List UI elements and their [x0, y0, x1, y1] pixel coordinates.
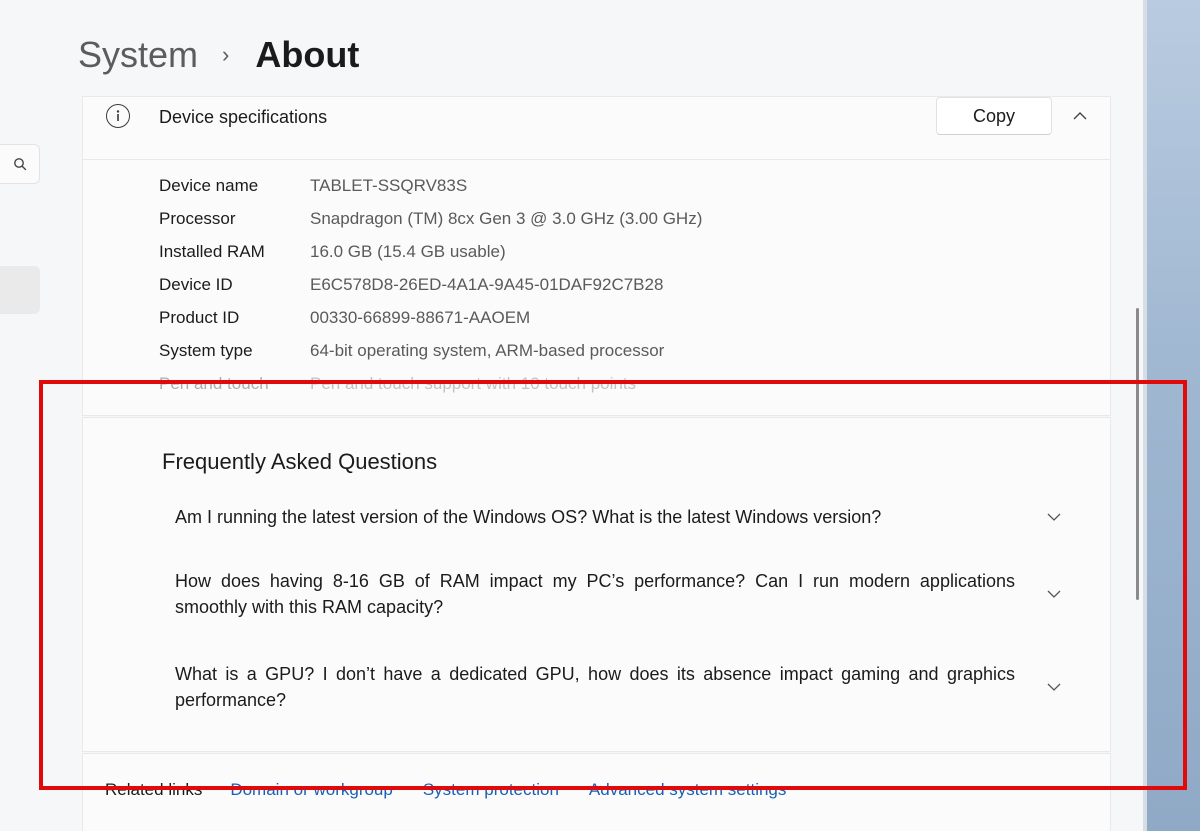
breadcrumb-separator: › — [222, 42, 230, 67]
copy-button[interactable]: Copy — [936, 97, 1052, 135]
faq-item[interactable]: What is a GPU? I don’t have a dedicated … — [175, 661, 1107, 713]
related-links-bar: Related links Domain or workgroup System… — [82, 753, 1111, 831]
spec-row-installed-ram: Installed RAM 16.0 GB (15.4 GB usable) — [159, 242, 506, 262]
spec-label: Device name — [159, 176, 259, 195]
nav-search-box[interactable] — [0, 144, 40, 184]
spec-value: 00330-66899-88671-AAOEM — [310, 308, 531, 327]
search-icon — [13, 158, 26, 171]
spec-label: Pen and touch — [159, 374, 269, 393]
faq-question: Am I running the latest version of the W… — [175, 507, 882, 527]
device-specs-title: Device specifications — [159, 107, 328, 127]
spec-row-pen-touch: Pen and touch Pen and touch support with… — [159, 374, 636, 394]
spec-row-device-name: Device name TABLET-SSQRV83S — [159, 176, 467, 196]
desktop-background — [1143, 0, 1200, 831]
spec-row-system-type: System type 64-bit operating system, ARM… — [159, 341, 664, 361]
device-specs-header[interactable]: Device specifications Copy — [82, 96, 1111, 160]
breadcrumb-system[interactable]: System — [78, 32, 198, 78]
faq-item[interactable]: Am I running the latest version of the W… — [175, 504, 1107, 530]
faq-item[interactable]: How does having 8-16 GB of RAM impact my… — [175, 568, 1107, 620]
faq-question: What is a GPU? I don’t have a dedicated … — [175, 664, 1015, 710]
spec-value: E6C578D8-26ED-4A1A-9A45-01DAF92C7B28 — [310, 275, 664, 294]
faq-card: Frequently Asked Questions Am I running … — [82, 417, 1111, 752]
spec-value: Pen and touch support with 10 touch poin… — [310, 374, 637, 393]
spec-label: Device ID — [159, 275, 233, 294]
spec-label: Product ID — [159, 308, 240, 327]
page-title: About — [255, 34, 360, 75]
info-icon — [106, 104, 130, 128]
faq-title: Frequently Asked Questions — [162, 449, 438, 474]
settings-window: System › About Device specifications Cop… — [0, 0, 1143, 831]
spec-label: System type — [159, 341, 253, 360]
device-specs-body: Device name TABLET-SSQRV83S Processor Sn… — [82, 160, 1111, 416]
link-advanced-system-settings[interactable]: Advanced system settings — [589, 780, 786, 800]
faq-question: How does having 8-16 GB of RAM impact my… — [175, 571, 1015, 617]
chevron-up-icon[interactable] — [1071, 107, 1089, 125]
link-system-protection[interactable]: System protection — [423, 780, 559, 800]
related-links-row: Related links Domain or workgroup System… — [105, 780, 816, 800]
spec-value: 16.0 GB (15.4 GB usable) — [310, 242, 506, 261]
spec-row-device-id: Device ID E6C578D8-26ED-4A1A-9A45-01DAF9… — [159, 275, 663, 295]
spec-value: TABLET-SSQRV83S — [310, 176, 468, 195]
spec-label: Installed RAM — [159, 242, 265, 261]
spec-row-processor: Processor Snapdragon (TM) 8cx Gen 3 @ 3.… — [159, 209, 702, 229]
spec-row-product-id: Product ID 00330-66899-88671-AAOEM — [159, 308, 530, 328]
chevron-down-icon[interactable] — [1045, 508, 1063, 526]
spec-label: Processor — [159, 209, 236, 228]
spec-value: Snapdragon (TM) 8cx Gen 3 @ 3.0 GHz (3.0… — [310, 209, 703, 228]
scrollbar[interactable] — [1136, 308, 1139, 600]
link-domain-or-workgroup[interactable]: Domain or workgroup — [230, 780, 393, 800]
related-links-label: Related links — [105, 780, 203, 799]
spec-value: 64-bit operating system, ARM-based proce… — [310, 341, 665, 360]
breadcrumb: System › About — [78, 32, 359, 78]
chevron-down-icon[interactable] — [1045, 585, 1063, 603]
chevron-down-icon[interactable] — [1045, 678, 1063, 696]
nav-item-selected[interactable] — [0, 266, 40, 314]
